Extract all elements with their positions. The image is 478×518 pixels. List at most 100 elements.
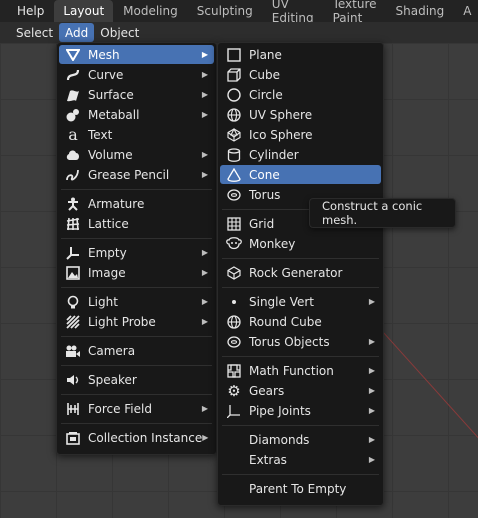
curve-icon xyxy=(65,67,81,83)
submenu-arrow-icon: ▶ xyxy=(368,455,375,464)
add-menu: Mesh ▶ Curve ▶ Surface ▶ Metaball ▶ a Te… xyxy=(56,42,217,455)
mesh-item-cylinder[interactable]: Cylinder xyxy=(220,145,381,164)
metaball-icon xyxy=(65,107,81,123)
mesh-item-plane[interactable]: Plane xyxy=(220,45,381,64)
menu-item-camera[interactable]: Camera xyxy=(59,341,214,360)
submenu-arrow-icon: ▶ xyxy=(201,70,208,79)
submenu-arrow-icon: ▶ xyxy=(201,110,208,119)
menu-item-speaker[interactable]: Speaker xyxy=(59,370,214,389)
mesh-item-cone[interactable]: Cone xyxy=(220,165,381,184)
lattice-icon xyxy=(65,216,81,232)
menu-separator xyxy=(61,189,212,190)
select-menu[interactable]: Select xyxy=(10,23,59,42)
submenu-arrow-icon: ▶ xyxy=(201,317,208,326)
menu-separator xyxy=(222,474,379,475)
volume-icon xyxy=(65,147,81,163)
menu-item-collection-instance[interactable]: Collection Instance ▶ xyxy=(59,428,214,447)
gear-icon: ⚙ xyxy=(227,381,241,400)
mesh-item-circle[interactable]: Circle xyxy=(220,85,381,104)
menu-separator xyxy=(61,394,212,395)
menu-item-volume[interactable]: Volume ▶ xyxy=(59,145,214,164)
submenu-arrow-icon: ▶ xyxy=(201,50,208,59)
submenu-arrow-icon: ▶ xyxy=(368,406,375,415)
menu-item-surface[interactable]: Surface ▶ xyxy=(59,85,214,104)
submenu-arrow-icon: ▶ xyxy=(201,268,208,277)
submenu-arrow-icon: ▶ xyxy=(201,150,208,159)
menu-item-light-probe[interactable]: Light Probe ▶ xyxy=(59,312,214,331)
menu-separator xyxy=(222,287,379,288)
mesh-item-monkey[interactable]: Monkey xyxy=(220,234,381,253)
menu-separator xyxy=(61,336,212,337)
menu-item-light[interactable]: Light ▶ xyxy=(59,292,214,311)
rock-icon xyxy=(226,265,242,281)
camera-icon xyxy=(65,343,81,359)
cube-icon xyxy=(226,67,242,83)
tab-texture-paint[interactable]: Texture Paint xyxy=(324,0,386,25)
menu-separator xyxy=(61,287,212,288)
menu-item-image[interactable]: Image ▶ xyxy=(59,263,214,282)
menu-item-metaball[interactable]: Metaball ▶ xyxy=(59,105,214,124)
tab-animation[interactable]: A xyxy=(454,0,478,22)
submenu-arrow-icon: ▶ xyxy=(201,248,208,257)
light-icon xyxy=(65,294,81,310)
mesh-item-extras[interactable]: Extras ▶ xyxy=(220,450,381,469)
torus-icon xyxy=(226,187,242,203)
tab-sculpting[interactable]: Sculpting xyxy=(188,0,262,22)
mesh-item-cube[interactable]: Cube xyxy=(220,65,381,84)
menu-item-curve[interactable]: Curve ▶ xyxy=(59,65,214,84)
circle-icon xyxy=(226,87,242,103)
mesh-item-single-vert[interactable]: Single Vert ▶ xyxy=(220,292,381,311)
mesh-item-gears[interactable]: ⚙ Gears ▶ xyxy=(220,381,381,400)
submenu-arrow-icon: ▶ xyxy=(201,90,208,99)
submenu-arrow-icon: ▶ xyxy=(201,404,208,413)
surface-icon xyxy=(65,87,81,103)
dot-icon xyxy=(226,294,242,310)
mesh-icon xyxy=(65,47,81,63)
submenu-arrow-icon: ▶ xyxy=(201,170,208,179)
submenu-arrow-icon: ▶ xyxy=(202,433,209,442)
tab-shading[interactable]: Shading xyxy=(387,0,454,22)
force-field-icon xyxy=(65,401,81,417)
mesh-item-round-cube[interactable]: Round Cube xyxy=(220,312,381,331)
mesh-item-ico-sphere[interactable]: Ico Sphere xyxy=(220,125,381,144)
collection-instance-icon xyxy=(65,430,81,446)
submenu-arrow-icon: ▶ xyxy=(368,386,375,395)
tab-uv-editing[interactable]: UV Editing xyxy=(263,0,323,25)
mesh-item-math-function[interactable]: Math Function ▶ xyxy=(220,361,381,380)
menu-item-lattice[interactable]: Lattice xyxy=(59,214,214,233)
mesh-item-torus-objects[interactable]: Torus Objects ▶ xyxy=(220,332,381,351)
pipe-joints-icon xyxy=(226,403,242,419)
menu-separator xyxy=(61,238,212,239)
math-function-icon xyxy=(226,363,242,379)
object-menu[interactable]: Object xyxy=(94,23,145,42)
menu-separator xyxy=(61,365,212,366)
mesh-item-uv-sphere[interactable]: UV Sphere xyxy=(220,105,381,124)
mesh-item-diamonds[interactable]: Diamonds ▶ xyxy=(220,430,381,449)
menu-separator xyxy=(222,425,379,426)
menu-separator xyxy=(222,356,379,357)
menu-item-text[interactable]: a Text xyxy=(59,125,214,144)
add-menu-button[interactable]: Add xyxy=(59,23,95,42)
menu-item-armature[interactable]: Armature xyxy=(59,194,214,213)
empty-icon xyxy=(65,245,81,261)
menu-item-force-field[interactable]: Force Field ▶ xyxy=(59,399,214,418)
mesh-item-rock-generator[interactable]: Rock Generator xyxy=(220,263,381,282)
viewport-header: Select Add Object xyxy=(0,22,478,43)
tab-modeling[interactable]: Modeling xyxy=(114,0,187,22)
help-menu[interactable]: Help xyxy=(0,4,54,18)
tab-layout[interactable]: Layout xyxy=(54,0,114,22)
submenu-arrow-icon: ▶ xyxy=(368,366,375,375)
top-bar: Help Layout Modeling Sculpting UV Editin… xyxy=(0,0,478,25)
menu-item-mesh[interactable]: Mesh ▶ xyxy=(59,45,214,64)
light-probe-icon xyxy=(65,314,81,330)
image-icon xyxy=(65,265,81,281)
plane-icon xyxy=(226,47,242,63)
menu-item-empty[interactable]: Empty ▶ xyxy=(59,243,214,262)
submenu-arrow-icon: ▶ xyxy=(368,297,375,306)
mesh-item-parent-to-empty[interactable]: Parent To Empty xyxy=(220,479,381,498)
ico-sphere-icon xyxy=(226,127,242,143)
menu-item-grease-pencil[interactable]: Grease Pencil ▶ xyxy=(59,165,214,184)
mesh-item-pipe-joints[interactable]: Pipe Joints ▶ xyxy=(220,401,381,420)
text-icon: a xyxy=(68,125,78,144)
menu-separator xyxy=(222,258,379,259)
